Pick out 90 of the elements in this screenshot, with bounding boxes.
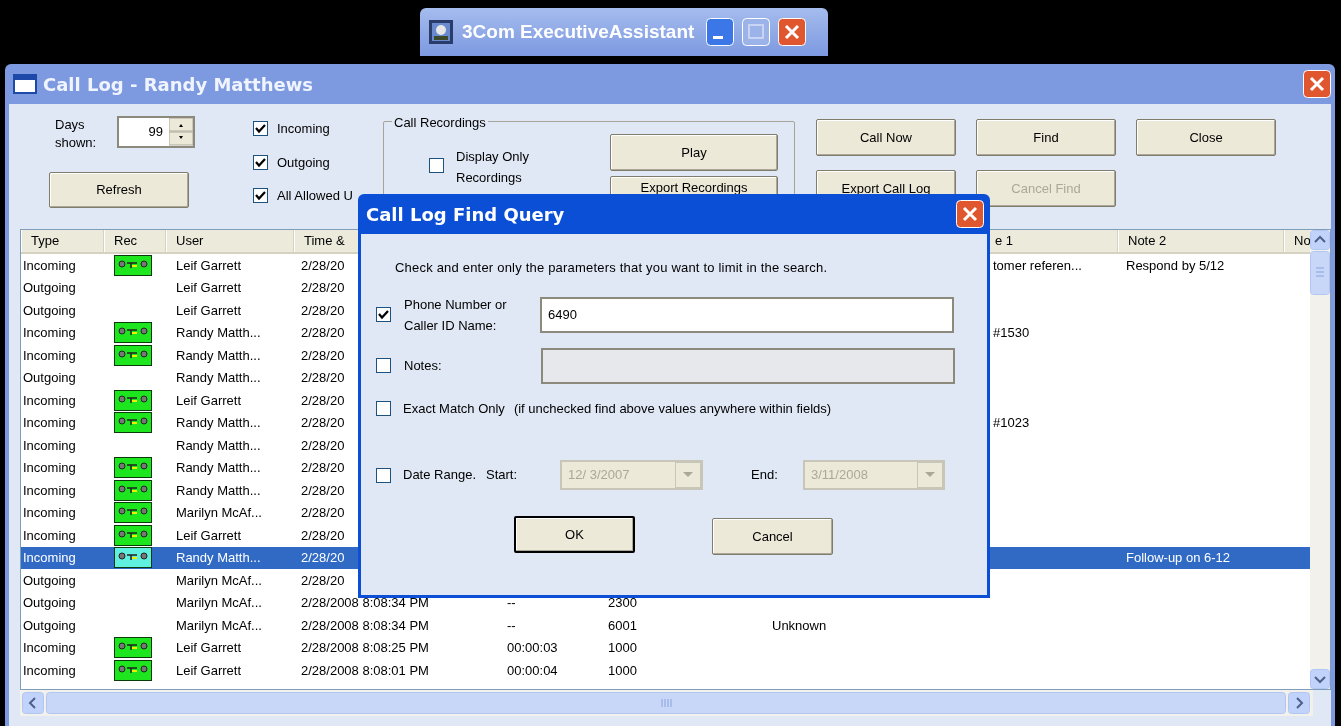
table-cell-text: Randy Matth... [176, 549, 261, 567]
hint-text: (if unchecked find above values anywhere within fields) [512, 399, 832, 418]
field-label: Notes: [403, 356, 443, 375]
window-title: 3Com ExecutiveAssistant [462, 19, 695, 44]
table-cell-text: Marilyn McAf... [176, 571, 262, 590]
table-cell-text: Leif Garrett [176, 661, 242, 680]
table-cell-text: Outgoing [23, 571, 76, 590]
table-cell-text: -- [507, 594, 516, 612]
dialog-title: Call Log Find Query [366, 202, 566, 227]
table-cell-text: -- [507, 616, 516, 635]
table-cell-text: 2/28/20 [301, 369, 345, 387]
table-cell-text: 00:00:03 [507, 639, 558, 657]
table-cell-text: 2/28/20 [301, 346, 345, 365]
table-cell-text: #1530 [993, 324, 1030, 342]
table-cell-text: Incoming [23, 549, 76, 567]
table-cell-text: Incoming [23, 324, 76, 342]
table-cell-text: Incoming [23, 459, 76, 477]
table-cell-text: Randy Matth... [176, 346, 261, 365]
table-cell-text: 2/28/20 [301, 256, 345, 275]
table-cell-text: Randy Matth... [176, 436, 261, 455]
table-cell-text: Incoming [23, 436, 76, 455]
table-cell-text: Marilyn McAf... [176, 616, 262, 635]
table-cell-text: Randy Matth... [176, 414, 261, 432]
table-cell-text: Incoming [23, 661, 76, 680]
table-cell-text: 2/28/20 [301, 459, 345, 477]
table-cell-text: Follow-up on 6-12 [1126, 549, 1231, 567]
checkbox-label: All Allowed U [277, 187, 353, 205]
table-cell-text: Outgoing [23, 279, 76, 297]
table-cell-text: 2300 [608, 594, 637, 612]
table-cell-text: Incoming [23, 504, 76, 522]
table-cell-text: 2/28/20 [301, 504, 345, 522]
table-cell-text: Respond by 5/12 [1126, 256, 1225, 275]
table-cell-text: Leif Garrett [176, 279, 242, 297]
window-title: Call Log - Randy Matthews [43, 72, 315, 97]
table-cell-text: Incoming [23, 526, 76, 545]
table-cell-text: Randy Matth... [176, 459, 261, 477]
table-cell-text: Marilyn McAf... [176, 504, 262, 522]
table-cell-text: Leif Garrett [176, 391, 242, 410]
table-cell-text: Leif Garrett [176, 301, 242, 320]
field-label: Start: [485, 466, 519, 485]
table-cell-text: 2/28/20 [301, 481, 345, 500]
table-cell-text: 2/28/2008 8:08:34 PM [301, 616, 429, 635]
button: Cancel Find [976, 170, 1116, 207]
checkbox-label: Date Range. [402, 466, 476, 485]
date-dropdown: 3/11/2008 [803, 460, 945, 490]
table-cell-text: Incoming [23, 391, 76, 410]
table-cell-text: Outgoing [23, 301, 76, 320]
table-cell-text: 2/28/20 [301, 526, 345, 545]
table-cell-text: #1023 [993, 414, 1030, 432]
checkbox-label: Exact Match Only [402, 399, 505, 418]
table-cell-text: Incoming [23, 639, 76, 657]
table-cell-text: 00:00:04 [507, 661, 558, 680]
table-cell-text: Marilyn McAf... [176, 594, 262, 612]
days-label: Days shown: [55, 116, 98, 152]
table-cell-text: 2/28/20 [301, 391, 345, 410]
table-cell-text: 2/28/2008 8:08:25 PM [301, 639, 429, 657]
table-cell-text: 2/28/2008 8:08:01 PM [301, 661, 429, 680]
checkbox-label: Display Only Recordings [456, 148, 530, 187]
table-cell-text: Incoming [23, 346, 76, 365]
table-cell-text: Leif Garrett [176, 639, 242, 657]
date-dropdown: 12/ 3/2007 [560, 460, 703, 490]
table-cell-text: 2/28/20 [301, 549, 345, 567]
table-cell-text: Unknown [772, 616, 827, 635]
table-cell-text: 2/28/20 [301, 571, 345, 590]
table-cell-text: 1000 [608, 639, 637, 657]
table-cell-text: 2/28/20 [301, 324, 345, 342]
table-cell-text: 2/28/20 [301, 414, 345, 432]
table-cell-text: Outgoing [23, 594, 76, 612]
field-label: Phone Number or Caller ID Name: [403, 295, 508, 335]
field-label: End: [750, 466, 779, 485]
table-cell-text: Randy Matth... [176, 324, 261, 342]
checkbox-label: Incoming [277, 120, 330, 138]
table-cell-text: 2/28/20 [301, 436, 345, 455]
table-cell-text: Leif Garrett [176, 256, 242, 275]
table-cell-text: Incoming [23, 256, 76, 275]
table-cell-text: Incoming [23, 414, 76, 432]
table-cell-text: 1000 [608, 661, 637, 680]
table-cell-text: 2/28/20 [301, 301, 345, 320]
table-cell-text: 2/28/2008 8:08:34 PM [301, 594, 429, 612]
table-cell-text: Outgoing [23, 616, 76, 635]
instruction-text: Check and enter only the parameters that you want to limit in the search. [394, 259, 829, 277]
table-cell-text: Randy Matth... [176, 369, 261, 387]
table-cell-text: Randy Matth... [176, 481, 261, 500]
table-cell-text: Incoming [23, 481, 76, 500]
table-cell-text: tomer referen... [993, 256, 1082, 275]
table-cell-text: Outgoing [23, 369, 76, 387]
checkbox-label: Outgoing [277, 153, 330, 172]
table-cell-text: Leif Garrett [176, 526, 242, 545]
table-cell-text: 6001 [608, 616, 637, 635]
table-cell-text: 2/28/20 [301, 279, 345, 297]
